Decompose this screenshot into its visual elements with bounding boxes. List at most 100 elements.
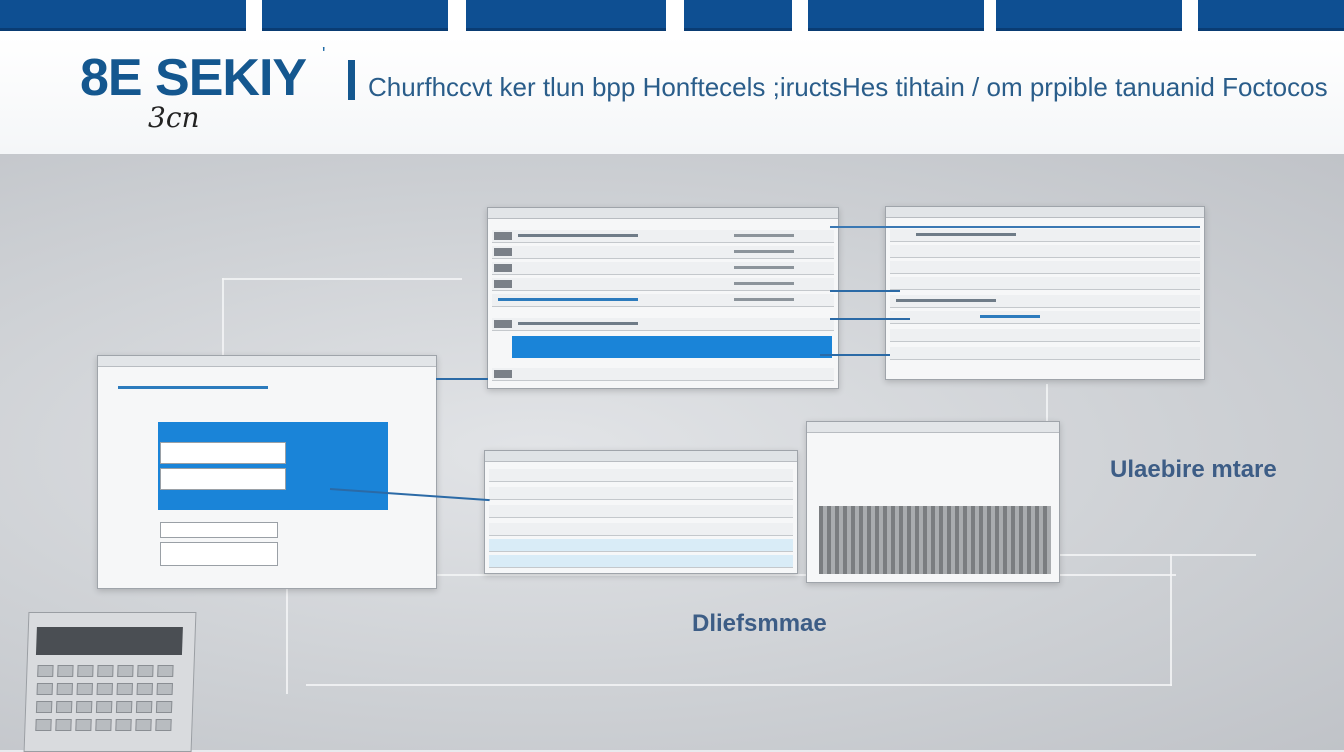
row-text xyxy=(518,234,638,237)
logo: 8E SEKIY xyxy=(80,49,307,107)
window-titlebar xyxy=(488,208,838,219)
list-row[interactable] xyxy=(492,262,834,275)
top-tab[interactable] xyxy=(466,0,666,31)
top-tab[interactable] xyxy=(0,0,246,31)
header-tagline: Churfhccvt ker tlun bpp Honftecels ;iruc… xyxy=(368,72,1328,102)
row-text xyxy=(518,322,638,325)
list-row[interactable] xyxy=(489,555,793,568)
top-tab[interactable] xyxy=(996,0,1182,31)
device-display xyxy=(35,627,183,655)
header-divider xyxy=(348,60,355,100)
row-meta xyxy=(734,282,794,285)
key xyxy=(35,701,53,713)
table-row[interactable] xyxy=(890,311,1200,324)
list-row[interactable] xyxy=(492,318,834,331)
connector-line xyxy=(830,290,900,292)
form-field[interactable] xyxy=(160,522,278,538)
key xyxy=(135,701,153,713)
row-text xyxy=(916,233,1016,236)
callout-right: Ulaebire mtare xyxy=(1110,456,1277,483)
key xyxy=(115,701,133,713)
row-icon xyxy=(494,320,512,328)
row-text xyxy=(980,315,1040,318)
logo-mark: ' xyxy=(322,44,326,64)
app-window-list xyxy=(487,207,839,389)
frame-line xyxy=(306,684,1172,686)
key xyxy=(96,683,113,695)
top-tab-bar xyxy=(0,0,1344,36)
connector-line xyxy=(436,378,488,380)
frame-line xyxy=(1170,554,1172,686)
list-row[interactable] xyxy=(489,505,793,518)
highlighted-panel[interactable] xyxy=(158,422,388,510)
row-text xyxy=(896,299,996,302)
keyboard-device xyxy=(23,612,197,752)
key xyxy=(55,719,72,731)
table-row[interactable] xyxy=(890,295,1200,308)
list-row[interactable] xyxy=(489,523,793,536)
table-row[interactable] xyxy=(890,261,1200,274)
key xyxy=(135,719,152,731)
selected-row-highlight[interactable] xyxy=(512,336,832,358)
row-meta xyxy=(734,250,794,253)
frame-line xyxy=(1060,554,1256,556)
app-window-image xyxy=(806,421,1060,583)
list-row[interactable] xyxy=(492,294,834,307)
key xyxy=(156,683,173,695)
table-row[interactable] xyxy=(890,329,1200,342)
app-window-detail xyxy=(484,450,798,574)
key xyxy=(155,719,172,731)
list-row[interactable] xyxy=(492,278,834,291)
form-field[interactable] xyxy=(160,442,286,464)
key xyxy=(56,683,73,695)
top-tab[interactable] xyxy=(262,0,448,31)
frame-line xyxy=(222,278,224,358)
list-row[interactable] xyxy=(492,230,834,243)
list-row[interactable] xyxy=(489,487,793,500)
key xyxy=(95,701,113,713)
list-row[interactable] xyxy=(492,368,834,381)
row-icon xyxy=(494,264,512,272)
row-icon xyxy=(494,370,512,378)
key xyxy=(75,701,93,713)
key xyxy=(75,719,92,731)
table-row[interactable] xyxy=(890,229,1200,242)
key xyxy=(76,683,93,695)
list-row[interactable] xyxy=(489,469,793,482)
row-meta xyxy=(734,266,794,269)
image-preview[interactable] xyxy=(819,506,1051,574)
key xyxy=(155,701,173,713)
window-titlebar xyxy=(485,451,797,462)
key xyxy=(136,683,153,695)
key xyxy=(115,719,132,731)
connector-line xyxy=(820,354,890,356)
window-titlebar xyxy=(98,356,436,367)
logo-subscript: 3cn xyxy=(148,101,200,134)
table-row[interactable] xyxy=(890,347,1200,360)
window-titlebar xyxy=(807,422,1059,433)
key xyxy=(157,665,174,677)
top-tab[interactable] xyxy=(1198,0,1344,31)
form-field[interactable] xyxy=(160,542,278,566)
list-row[interactable] xyxy=(492,246,834,259)
form-label xyxy=(118,386,268,389)
row-meta xyxy=(734,234,794,237)
window-titlebar xyxy=(886,207,1204,218)
top-tab[interactable] xyxy=(684,0,792,31)
table-row[interactable] xyxy=(890,245,1200,258)
row-meta xyxy=(734,298,794,301)
key xyxy=(55,701,73,713)
frame-line xyxy=(222,278,462,280)
key xyxy=(57,665,74,677)
key xyxy=(77,665,94,677)
list-row[interactable] xyxy=(489,539,793,552)
frame-line xyxy=(286,574,288,694)
key xyxy=(95,719,112,731)
row-icon xyxy=(494,280,512,288)
key xyxy=(117,665,134,677)
key xyxy=(35,719,52,731)
table-row[interactable] xyxy=(890,277,1200,290)
top-tab[interactable] xyxy=(808,0,984,31)
key xyxy=(137,665,154,677)
form-field[interactable] xyxy=(160,468,286,490)
